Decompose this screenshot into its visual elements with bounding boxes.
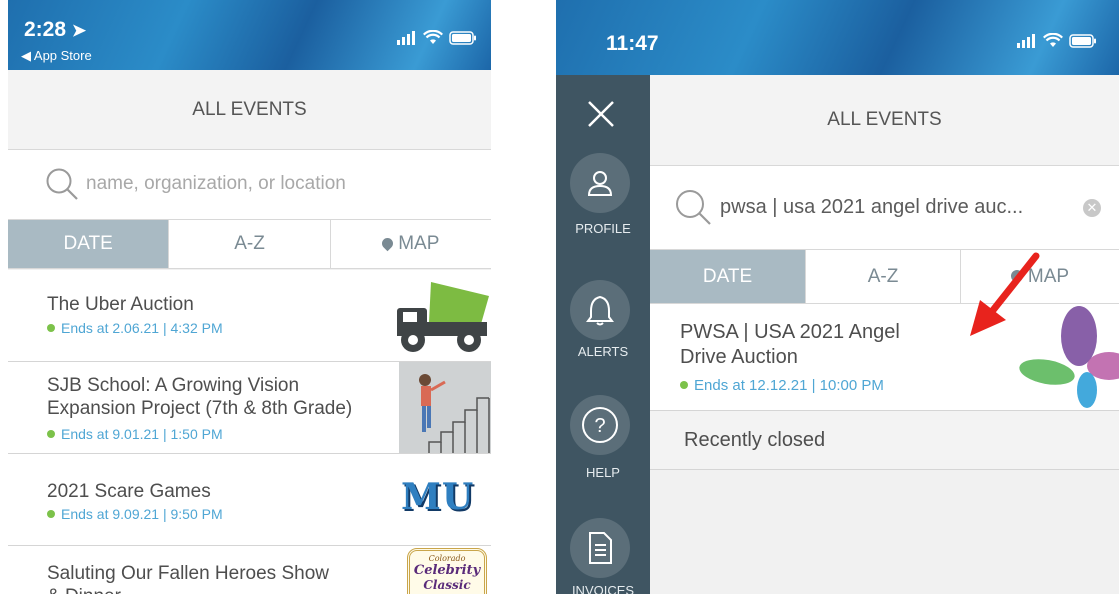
alerts-label: ALERTS xyxy=(577,344,629,359)
wifi-icon xyxy=(1043,33,1063,47)
event-list-item[interactable]: SJB School: A Growing Vision Expansion Pr… xyxy=(8,362,491,454)
page-title: ALL EVENTS xyxy=(650,75,1119,166)
search-bar[interactable]: name, organization, or location xyxy=(8,150,491,220)
active-dot-icon xyxy=(47,430,55,438)
battery-icon xyxy=(449,30,476,45)
event-thumbnail-logo: MU xyxy=(401,476,475,518)
tab-a-z[interactable]: A-Z xyxy=(169,220,331,268)
recently-closed-section[interactable]: Recently closed xyxy=(650,411,1119,470)
search-input[interactable]: name, organization, or location xyxy=(86,173,346,195)
event-thumbnail-image xyxy=(399,362,491,453)
right-phone-screen: 11:47 PROFILE ALERTS ? HELP INVOICES ALL xyxy=(556,0,1119,594)
tab-date[interactable]: DATE xyxy=(650,250,806,303)
event-end-time: Ends at 2.06.21 | 4:32 PM xyxy=(47,320,223,336)
event-list-item[interactable]: Saluting Our Fallen Heroes Show& Dinner … xyxy=(8,546,491,594)
event-title: 2021 Scare Games xyxy=(47,481,211,502)
event-list-item[interactable]: PWSA | USA 2021 Angel Drive Auction Ends … xyxy=(650,304,1119,411)
tab-map[interactable]: MAP xyxy=(331,220,491,268)
alerts-button[interactable] xyxy=(570,280,630,340)
signal-icon xyxy=(1017,33,1035,48)
help-button[interactable]: ? xyxy=(570,395,630,455)
annotation-arrow-icon xyxy=(970,252,1040,336)
main-content: ALL EVENTS pwsa | usa 2021 angel drive a… xyxy=(650,75,1119,594)
event-list-item[interactable]: 2021 Scare Games Ends at 9.09.21 | 9:50 … xyxy=(8,454,491,546)
event-title: PWSA | USA 2021 Angel Drive Auction xyxy=(680,321,900,368)
profile-label: PROFILE xyxy=(575,221,631,236)
profile-button[interactable] xyxy=(570,153,630,213)
event-end-time: Ends at 9.09.21 | 9:50 PM xyxy=(47,506,223,522)
clear-search-button[interactable]: ✕ xyxy=(1083,199,1101,217)
event-end-time: Ends at 9.01.21 | 1:50 PM xyxy=(47,426,223,442)
bell-icon xyxy=(586,295,614,326)
question-icon: ? xyxy=(582,407,618,443)
event-thumbnail-logo: Colorado Celebrity Classic xyxy=(407,548,487,594)
event-end-time: Ends at 12.12.21 | 10:00 PM xyxy=(680,377,884,394)
svg-text:?: ? xyxy=(594,415,605,437)
status-bar: 2:28 ➤ ◀ App Store xyxy=(8,0,491,70)
help-label: HELP xyxy=(586,465,620,480)
status-time: 11:47 xyxy=(606,32,659,55)
sort-tabs: DATE A-Z MAP xyxy=(8,220,491,269)
search-bar[interactable]: pwsa | usa 2021 angel drive auc... ✕ xyxy=(650,166,1119,250)
invoices-button[interactable] xyxy=(570,518,630,578)
search-input[interactable]: pwsa | usa 2021 angel drive auc... xyxy=(720,196,1023,219)
tab-a-z[interactable]: A-Z xyxy=(806,250,961,303)
sort-tabs: DATE A-Z MAP xyxy=(650,250,1119,304)
side-navigation: PROFILE ALERTS ? HELP INVOICES xyxy=(556,75,650,594)
status-icons xyxy=(1017,33,1097,48)
dump-truck-icon xyxy=(397,282,489,352)
signal-icon xyxy=(397,30,415,45)
search-icon xyxy=(46,168,78,200)
status-time: 2:28 ➤ xyxy=(24,18,87,41)
page-title: ALL EVENTS xyxy=(8,70,491,150)
search-icon xyxy=(676,190,711,225)
wifi-icon xyxy=(423,30,443,44)
user-icon xyxy=(587,171,613,196)
active-dot-icon xyxy=(47,324,55,332)
document-icon xyxy=(589,532,612,564)
event-list-item[interactable]: The Uber Auction Ends at 2.06.21 | 4:32 … xyxy=(8,270,491,362)
invoices-label: INVOICES xyxy=(571,583,635,594)
close-menu-button[interactable] xyxy=(584,97,618,131)
event-title: Saluting Our Fallen Heroes Show& Dinner xyxy=(47,563,329,594)
active-dot-icon xyxy=(680,381,688,389)
status-icons xyxy=(397,30,477,45)
status-bar: 11:47 xyxy=(556,0,1119,75)
event-title: SJB School: A Growing Vision Expansion Pr… xyxy=(47,375,353,419)
back-to-app-store-link[interactable]: ◀ App Store xyxy=(21,48,92,64)
close-icon xyxy=(588,101,614,127)
map-pin-icon xyxy=(379,235,396,252)
battery-icon xyxy=(1069,33,1096,48)
event-title: The Uber Auction xyxy=(47,294,194,315)
tab-date[interactable]: DATE xyxy=(8,220,170,268)
left-phone-screen: 2:28 ➤ ◀ App Store ALL EVENTS name, orga… xyxy=(8,0,491,594)
tab-map-label: MAP xyxy=(398,233,440,254)
active-dot-icon xyxy=(47,510,55,518)
recently-closed-label: Recently closed xyxy=(684,429,826,451)
